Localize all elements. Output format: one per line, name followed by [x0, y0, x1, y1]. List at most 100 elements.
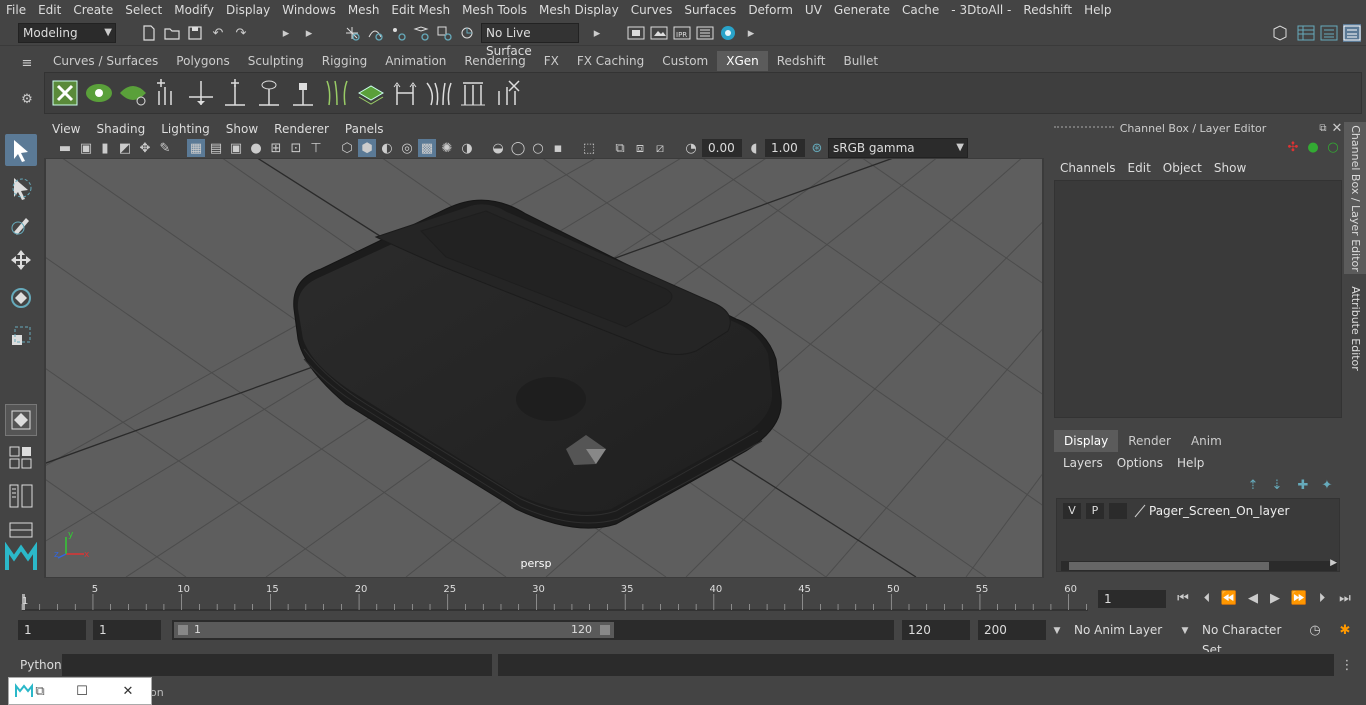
go-to-start-icon[interactable]: ⏮	[1174, 589, 1192, 607]
auto-key-icon[interactable]: ◷	[1306, 621, 1324, 639]
layer-menu-options[interactable]: Options	[1110, 454, 1170, 472]
xgen-preview-icon[interactable]	[83, 77, 115, 109]
menu-curves[interactable]: Curves	[625, 0, 679, 20]
animation-preferences-icon[interactable]: ✱	[1336, 621, 1354, 639]
textured-icon[interactable]: ▩	[418, 139, 436, 157]
move-tool-icon[interactable]	[5, 244, 37, 276]
history-toggle-icon[interactable]: ▸	[588, 24, 606, 42]
menu-redshift[interactable]: Redshift	[1017, 0, 1078, 20]
xgen-groom-icon[interactable]	[355, 77, 387, 109]
exposure-field[interactable]: 0.00	[702, 139, 742, 157]
snap-project-icon[interactable]	[412, 24, 430, 42]
snap-point-icon[interactable]	[389, 24, 407, 42]
menu-deform[interactable]: Deform	[742, 0, 799, 20]
bookmark-icon[interactable]: ▮	[96, 139, 114, 157]
layer-visibility-toggle[interactable]: V	[1063, 503, 1081, 519]
safe-action-icon[interactable]: ⊡	[287, 139, 305, 157]
playback-start-field[interactable]: 1	[93, 620, 161, 640]
range-slider[interactable]: 1 120	[172, 620, 894, 640]
menu-uv[interactable]: UV	[799, 0, 828, 20]
menu-mesh-display[interactable]: Mesh Display	[533, 0, 625, 20]
xgen-guides-add-icon[interactable]	[151, 77, 183, 109]
menu-create[interactable]: Create	[67, 0, 119, 20]
xgen-comb-icon[interactable]	[423, 77, 455, 109]
snap-curve-icon[interactable]	[366, 24, 384, 42]
scale-tool-icon[interactable]	[5, 320, 37, 352]
scroll-right-icon[interactable]: ▶	[1330, 558, 1337, 568]
xgen-guides-move-icon[interactable]	[185, 77, 217, 109]
mode-dropdown[interactable]: Modeling ▼	[18, 23, 116, 43]
step-back-key-icon[interactable]: ⏪	[1220, 589, 1238, 607]
panel-menu-renderer[interactable]: Renderer	[266, 118, 337, 138]
menu-edit-mesh[interactable]: Edit Mesh	[385, 0, 456, 20]
color-management-icon[interactable]: ⊛	[808, 139, 826, 157]
tab-animation[interactable]: Animation	[376, 51, 455, 71]
tab-custom[interactable]: Custom	[653, 51, 717, 71]
soft-select-icon[interactable]	[5, 404, 37, 436]
cb-menu-edit[interactable]: Edit	[1122, 160, 1157, 176]
tab-fx[interactable]: FX	[535, 51, 568, 71]
smooth-shade-icon[interactable]: ⬢	[358, 139, 376, 157]
panel-menu-lighting[interactable]: Lighting	[153, 118, 218, 138]
field-chart-icon[interactable]: ⊞	[267, 139, 285, 157]
tab-sculpting[interactable]: Sculpting	[239, 51, 313, 71]
tab-rigging[interactable]: Rigging	[313, 51, 376, 71]
rotate-tool-icon[interactable]	[5, 282, 37, 314]
channel-box-toggle-icon[interactable]	[1343, 24, 1361, 42]
gate-mask-icon[interactable]: ●	[247, 139, 265, 157]
step-forward-key-icon[interactable]: ⏩	[1290, 589, 1308, 607]
character-set-dropdown[interactable]: No Character Set	[1196, 620, 1300, 657]
snap-grid-icon[interactable]	[343, 24, 361, 42]
snap-toggle-icon[interactable]: ▸	[277, 24, 295, 42]
undo-icon[interactable]: ↶	[209, 24, 227, 42]
menu-generate[interactable]: Generate	[828, 0, 896, 20]
menu-3dtoall[interactable]: - 3DtoAll -	[945, 0, 1017, 20]
safe-title-icon[interactable]: ⊤	[307, 139, 325, 157]
shelf-gear-icon[interactable]: ⚙	[18, 90, 36, 108]
resolution-gate-icon[interactable]: ▣	[227, 139, 245, 157]
tab-redshift[interactable]: Redshift	[768, 51, 835, 71]
panel-menu-shading[interactable]: Shading	[88, 118, 153, 138]
xgen-length-icon[interactable]	[457, 77, 489, 109]
panel-menu-view[interactable]: View	[44, 118, 88, 138]
xgen-editor-icon[interactable]	[49, 77, 81, 109]
channel-list-area[interactable]	[1054, 180, 1342, 418]
script-editor-icon[interactable]: ⋮	[1338, 656, 1356, 674]
anim-layer-chevron-icon[interactable]: ▼	[1048, 622, 1066, 640]
tab-bullet[interactable]: Bullet	[834, 51, 887, 71]
xray-joints-icon[interactable]: ⧈	[631, 139, 649, 157]
menu-surfaces[interactable]: Surfaces	[678, 0, 742, 20]
menu-windows[interactable]: Windows	[276, 0, 342, 20]
2d-pan-icon[interactable]: ✥	[136, 139, 154, 157]
screen-space-ao-icon[interactable]: ◒	[489, 139, 507, 157]
camera-select-icon[interactable]: ▬	[56, 139, 74, 157]
panel-menu-panels[interactable]: Panels	[337, 118, 392, 138]
panel-menu-show[interactable]: Show	[218, 118, 266, 138]
layer-tab-render[interactable]: Render	[1118, 430, 1181, 452]
film-gate-icon[interactable]: ▤	[207, 139, 225, 157]
select-tool-icon[interactable]	[5, 134, 37, 166]
wireframe-on-shaded-icon[interactable]: ◎	[398, 139, 416, 157]
open-scene-icon[interactable]	[163, 24, 181, 42]
grease-pencil-icon[interactable]: ✎	[156, 139, 174, 157]
new-layer-selected-icon[interactable]: ✦	[1318, 476, 1336, 494]
current-frame-field[interactable]: 1	[1098, 590, 1166, 608]
command-input[interactable]	[62, 654, 492, 676]
isolate-select-icon[interactable]: ⬚	[580, 139, 598, 157]
cb-menu-channels[interactable]: Channels	[1054, 160, 1122, 176]
axis-manipulator-icon[interactable]: ✣	[1284, 138, 1302, 156]
move-layer-up-icon[interactable]: ⇡	[1244, 476, 1262, 494]
shelf-list-icon[interactable]: ≡	[18, 54, 36, 72]
select-mode-icon[interactable]: ▸	[300, 24, 318, 42]
ipr-render-icon[interactable]: IPR	[673, 24, 691, 42]
workspace-icon[interactable]	[1272, 24, 1290, 42]
play-forwards-icon[interactable]: ▶	[1266, 589, 1284, 607]
layer-scrollbar[interactable]: ▶	[1061, 558, 1337, 571]
layer-type-toggle[interactable]	[1109, 503, 1127, 519]
motion-blur-icon[interactable]: ◯	[509, 139, 527, 157]
range-slider-handle[interactable]: 1 120	[174, 622, 614, 638]
xgen-description-icon[interactable]	[117, 77, 149, 109]
render-view-icon[interactable]	[650, 24, 668, 42]
color-space-dropdown[interactable]: sRGB gamma ▼	[828, 138, 968, 158]
layer-menu-help[interactable]: Help	[1170, 454, 1211, 472]
